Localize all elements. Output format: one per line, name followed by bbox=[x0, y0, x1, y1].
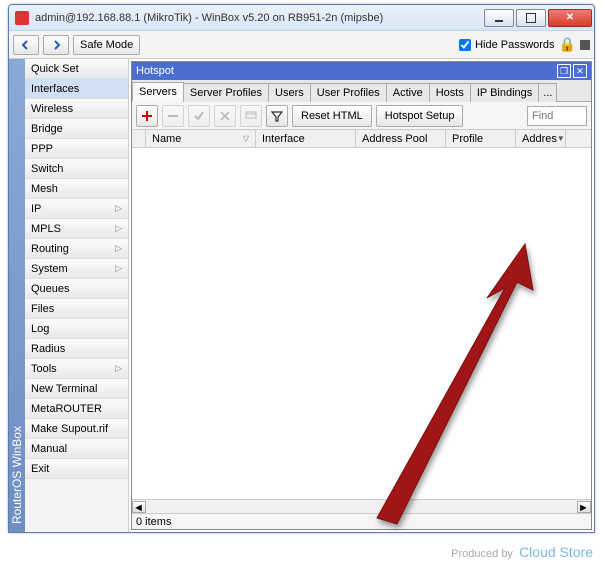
comment-button[interactable] bbox=[240, 105, 262, 127]
content-area: Hotspot ❐ ✕ ServersServer ProfilesUsersU… bbox=[129, 59, 594, 532]
grid-header: NameInterfaceAddress PoolProfileAddres bbox=[132, 130, 591, 148]
sidebar-item-mpls[interactable]: MPLS▷ bbox=[25, 219, 128, 239]
tab-servers[interactable]: Servers bbox=[132, 82, 184, 102]
submenu-icon: ▷ bbox=[115, 243, 122, 254]
sidebar: RouterOS WinBox Quick SetInterfacesWirel… bbox=[9, 59, 129, 532]
sidebar-item-ip[interactable]: IP▷ bbox=[25, 199, 128, 219]
submenu-icon: ▷ bbox=[115, 263, 122, 274]
sidebar-item-mesh[interactable]: Mesh bbox=[25, 179, 128, 199]
sidebar-item-routing[interactable]: Routing▷ bbox=[25, 239, 128, 259]
sidebar-item-queues[interactable]: Queues bbox=[25, 279, 128, 299]
sidebar-item-new-terminal[interactable]: New Terminal bbox=[25, 379, 128, 399]
redo-button[interactable] bbox=[43, 35, 69, 55]
sidebar-item-system[interactable]: System▷ bbox=[25, 259, 128, 279]
sidebar-item-manual[interactable]: Manual bbox=[25, 439, 128, 459]
sidebar-item-switch[interactable]: Switch bbox=[25, 159, 128, 179]
column-interface[interactable]: Interface bbox=[256, 130, 356, 147]
session-indicator-icon bbox=[580, 40, 590, 50]
sidebar-item-bridge[interactable]: Bridge bbox=[25, 119, 128, 139]
filter-button[interactable] bbox=[266, 105, 288, 127]
sidebar-item-exit[interactable]: Exit bbox=[25, 459, 128, 479]
sidebar-menu: Quick SetInterfacesWirelessBridgePPPSwit… bbox=[25, 59, 128, 532]
tab-user-profiles[interactable]: User Profiles bbox=[310, 83, 387, 102]
hide-passwords-checkbox[interactable]: Hide Passwords bbox=[459, 39, 554, 51]
add-button[interactable] bbox=[136, 105, 158, 127]
submenu-icon: ▷ bbox=[115, 223, 122, 234]
reset-html-button[interactable]: Reset HTML bbox=[292, 105, 372, 127]
close-button[interactable] bbox=[548, 9, 592, 27]
sidebar-brand-strip: RouterOS WinBox bbox=[9, 59, 25, 532]
minimize-button[interactable] bbox=[484, 9, 514, 27]
sidebar-item-log[interactable]: Log bbox=[25, 319, 128, 339]
main-toolbar: Safe Mode Hide Passwords 🔒 bbox=[9, 31, 594, 59]
column-addres[interactable]: Addres bbox=[516, 130, 566, 147]
scroll-right-button[interactable]: ► bbox=[577, 501, 591, 513]
tab-hosts[interactable]: Hosts bbox=[429, 83, 471, 102]
page-footer: Produced by Cloud Store bbox=[451, 544, 593, 560]
tab-active[interactable]: Active bbox=[386, 83, 430, 102]
tab-users[interactable]: Users bbox=[268, 83, 311, 102]
app-icon bbox=[15, 11, 29, 25]
submenu-icon: ▷ bbox=[115, 363, 122, 374]
sidebar-item-tools[interactable]: Tools▷ bbox=[25, 359, 128, 379]
column-flag[interactable] bbox=[132, 130, 146, 147]
tab-more[interactable]: ... bbox=[538, 83, 557, 102]
hotspot-setup-button[interactable]: Hotspot Setup bbox=[376, 105, 464, 127]
sidebar-item-interfaces[interactable]: Interfaces bbox=[25, 79, 128, 99]
sidebar-item-radius[interactable]: Radius bbox=[25, 339, 128, 359]
scroll-left-button[interactable]: ◄ bbox=[132, 501, 146, 513]
status-bar: 0 items bbox=[132, 513, 591, 529]
panel-tabs: ServersServer ProfilesUsersUser Profiles… bbox=[132, 80, 591, 102]
sidebar-item-make-supout-rif[interactable]: Make Supout.rif bbox=[25, 419, 128, 439]
safe-mode-button[interactable]: Safe Mode bbox=[73, 35, 140, 55]
column-address-pool[interactable]: Address Pool bbox=[356, 130, 446, 147]
panel-title: Hotspot bbox=[136, 65, 174, 77]
remove-button[interactable] bbox=[162, 105, 184, 127]
undo-button[interactable] bbox=[13, 35, 39, 55]
panel-restore-button[interactable]: ❐ bbox=[557, 64, 571, 78]
disable-button[interactable] bbox=[214, 105, 236, 127]
hotspot-panel: Hotspot ❐ ✕ ServersServer ProfilesUsersU… bbox=[131, 61, 592, 530]
sidebar-item-ppp[interactable]: PPP bbox=[25, 139, 128, 159]
panel-toolbar: Reset HTML Hotspot Setup bbox=[132, 102, 591, 130]
find-input[interactable] bbox=[527, 106, 587, 126]
grid-body[interactable] bbox=[132, 148, 591, 499]
maximize-button[interactable] bbox=[516, 9, 546, 27]
sidebar-item-metarouter[interactable]: MetaROUTER bbox=[25, 399, 128, 419]
app-window: admin@192.168.88.1 (MikroTik) - WinBox v… bbox=[8, 4, 595, 533]
horizontal-scrollbar[interactable]: ◄ ► bbox=[132, 499, 591, 513]
panel-close-button[interactable]: ✕ bbox=[573, 64, 587, 78]
column-profile[interactable]: Profile bbox=[446, 130, 516, 147]
sidebar-item-wireless[interactable]: Wireless bbox=[25, 99, 128, 119]
sidebar-item-files[interactable]: Files bbox=[25, 299, 128, 319]
lock-icon: 🔒 bbox=[559, 36, 576, 53]
enable-button[interactable] bbox=[188, 105, 210, 127]
tab-ip-bindings[interactable]: IP Bindings bbox=[470, 83, 539, 102]
titlebar[interactable]: admin@192.168.88.1 (MikroTik) - WinBox v… bbox=[9, 5, 594, 31]
tab-server-profiles[interactable]: Server Profiles bbox=[183, 83, 269, 102]
footer-link[interactable]: Cloud Store bbox=[519, 544, 593, 560]
submenu-icon: ▷ bbox=[115, 203, 122, 214]
panel-titlebar[interactable]: Hotspot ❐ ✕ bbox=[132, 62, 591, 80]
window-title: admin@192.168.88.1 (MikroTik) - WinBox v… bbox=[35, 12, 484, 24]
column-name[interactable]: Name bbox=[146, 130, 256, 147]
sidebar-item-quick-set[interactable]: Quick Set bbox=[25, 59, 128, 79]
annotation-arrow-icon bbox=[337, 228, 557, 533]
